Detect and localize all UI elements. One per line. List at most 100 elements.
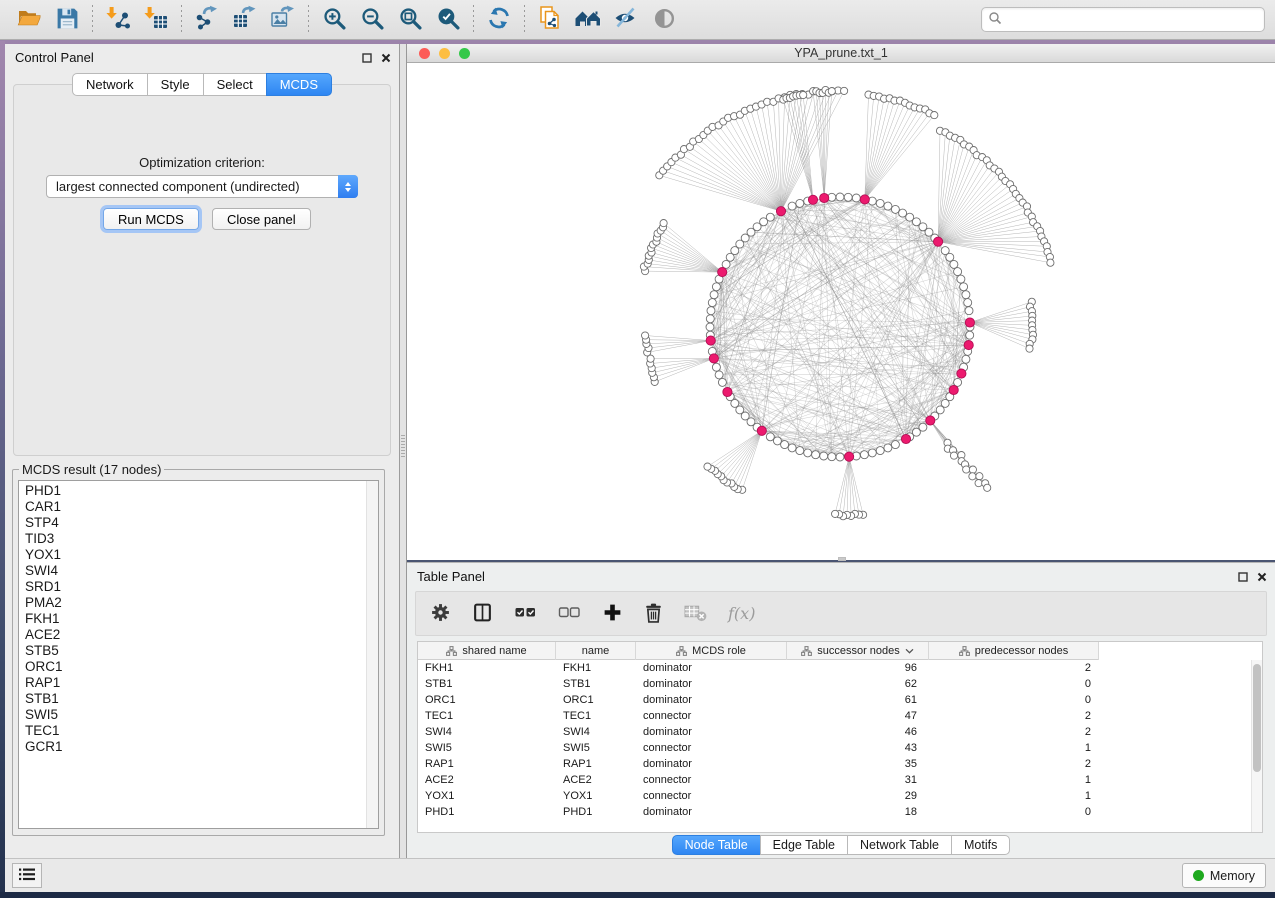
network-node[interactable] xyxy=(642,332,649,339)
network-node[interactable] xyxy=(891,205,899,213)
mcds-network-node[interactable] xyxy=(718,268,727,277)
table-scrollbar[interactable] xyxy=(1251,660,1262,832)
table-row[interactable]: ACE2ACE2connector311 xyxy=(418,772,1262,788)
mcds-list-scrollbar[interactable] xyxy=(366,481,378,828)
network-node[interactable] xyxy=(860,451,868,459)
table-row[interactable]: ORC1ORC1dominator610 xyxy=(418,692,1262,708)
mcds-network-node[interactable] xyxy=(949,385,958,394)
network-node[interactable] xyxy=(706,323,714,331)
mcds-network-node[interactable] xyxy=(964,341,973,350)
network-node[interactable] xyxy=(706,315,714,323)
network-node[interactable] xyxy=(969,466,976,473)
network-node[interactable] xyxy=(844,193,852,201)
mcds-network-node[interactable] xyxy=(757,426,766,435)
mcds-network-node[interactable] xyxy=(845,452,854,461)
tab-motifs[interactable]: Motifs xyxy=(951,835,1010,855)
table-row[interactable]: SWI5SWI5connector431 xyxy=(418,740,1262,756)
column-header-MCDS-role[interactable]: MCDS role xyxy=(636,642,787,660)
mcds-network-node[interactable] xyxy=(723,387,732,396)
mcds-network-node[interactable] xyxy=(926,416,935,425)
network-node[interactable] xyxy=(876,447,884,455)
network-node[interactable] xyxy=(796,447,804,455)
network-node[interactable] xyxy=(965,307,973,315)
memory-button[interactable]: Memory xyxy=(1182,863,1266,888)
tab-network-table[interactable]: Network Table xyxy=(847,835,952,855)
column-header-predecessor-nodes[interactable]: predecessor nodes xyxy=(929,642,1099,660)
mcds-network-node[interactable] xyxy=(808,195,817,204)
network-node[interactable] xyxy=(715,371,723,379)
mcds-result-item[interactable]: STB5 xyxy=(25,643,365,659)
network-node[interactable] xyxy=(828,453,836,461)
close-panel-button[interactable]: Close panel xyxy=(212,208,311,230)
hide-selected-button[interactable] xyxy=(607,3,645,37)
import-table-button[interactable] xyxy=(137,3,175,37)
network-graph[interactable] xyxy=(407,63,1275,559)
mcds-result-item[interactable]: STB1 xyxy=(25,691,365,707)
deselect-all-button[interactable] xyxy=(558,602,581,625)
network-node[interactable] xyxy=(773,437,781,445)
import-network-button[interactable] xyxy=(99,3,137,37)
mcds-result-item[interactable]: SRD1 xyxy=(25,579,365,595)
add-column-button[interactable] xyxy=(602,602,623,626)
select-all-button[interactable] xyxy=(514,602,537,625)
table-row[interactable]: FKH1FKH1dominator962 xyxy=(418,660,1262,676)
network-node[interactable] xyxy=(766,433,774,441)
run-mcds-button[interactable]: Run MCDS xyxy=(103,208,199,230)
tab-edge-table[interactable]: Edge Table xyxy=(760,835,848,855)
network-node[interactable] xyxy=(868,449,876,457)
table-row[interactable]: TEC1TEC1connector472 xyxy=(418,708,1262,724)
mcds-result-item[interactable]: ORC1 xyxy=(25,659,365,675)
mcds-network-node[interactable] xyxy=(934,237,943,246)
network-node[interactable] xyxy=(969,473,976,480)
network-node[interactable] xyxy=(704,463,711,470)
close-panel-icon[interactable] xyxy=(381,51,391,66)
tab-style[interactable]: Style xyxy=(147,73,204,96)
network-node[interactable] xyxy=(707,307,715,315)
mcds-result-item[interactable]: TEC1 xyxy=(25,723,365,739)
network-node[interactable] xyxy=(820,452,828,460)
network-node[interactable] xyxy=(891,441,899,449)
network-node[interactable] xyxy=(963,466,970,473)
network-node[interactable] xyxy=(960,283,968,291)
close-panel-icon[interactable] xyxy=(1257,570,1267,585)
zoom-in-button[interactable] xyxy=(315,3,353,37)
network-node[interactable] xyxy=(966,331,974,339)
network-node[interactable] xyxy=(710,291,718,299)
network-node[interactable] xyxy=(812,451,820,459)
network-node[interactable] xyxy=(660,220,667,227)
network-node[interactable] xyxy=(647,355,654,362)
network-node[interactable] xyxy=(841,87,848,94)
network-node[interactable] xyxy=(1047,259,1054,266)
network-canvas[interactable] xyxy=(407,63,1275,559)
mcds-result-item[interactable]: SWI4 xyxy=(25,563,365,579)
network-node[interactable] xyxy=(852,194,860,202)
mcds-result-item[interactable]: CAR1 xyxy=(25,499,365,515)
table-row[interactable]: PHD1PHD1dominator180 xyxy=(418,804,1262,820)
apply-layout-button[interactable] xyxy=(480,3,518,37)
table-row[interactable]: SWI4SWI4dominator462 xyxy=(418,724,1262,740)
float-panel-icon[interactable] xyxy=(362,51,372,66)
network-node[interactable] xyxy=(931,112,938,119)
network-node[interactable] xyxy=(832,510,839,517)
table-row[interactable]: YOX1YOX1connector291 xyxy=(418,788,1262,804)
network-node[interactable] xyxy=(828,88,835,95)
task-history-button[interactable] xyxy=(12,863,42,888)
mcds-network-node[interactable] xyxy=(860,195,869,204)
network-node[interactable] xyxy=(836,193,844,201)
network-node[interactable] xyxy=(788,444,796,452)
network-node[interactable] xyxy=(964,299,972,307)
zoom-fit-button[interactable] xyxy=(391,3,429,37)
network-node[interactable] xyxy=(975,480,982,487)
column-header-shared-name[interactable]: shared name xyxy=(418,642,556,660)
tab-network[interactable]: Network xyxy=(72,73,148,96)
network-node[interactable] xyxy=(950,260,958,268)
network-node[interactable] xyxy=(884,202,892,210)
network-node[interactable] xyxy=(962,291,970,299)
network-node[interactable] xyxy=(946,253,954,261)
network-node[interactable] xyxy=(984,484,991,491)
network-node[interactable] xyxy=(718,378,726,386)
mcds-network-node[interactable] xyxy=(776,207,785,216)
network-node[interactable] xyxy=(976,473,983,480)
save-session-button[interactable] xyxy=(48,3,86,37)
table-settings-button[interactable] xyxy=(430,602,451,626)
